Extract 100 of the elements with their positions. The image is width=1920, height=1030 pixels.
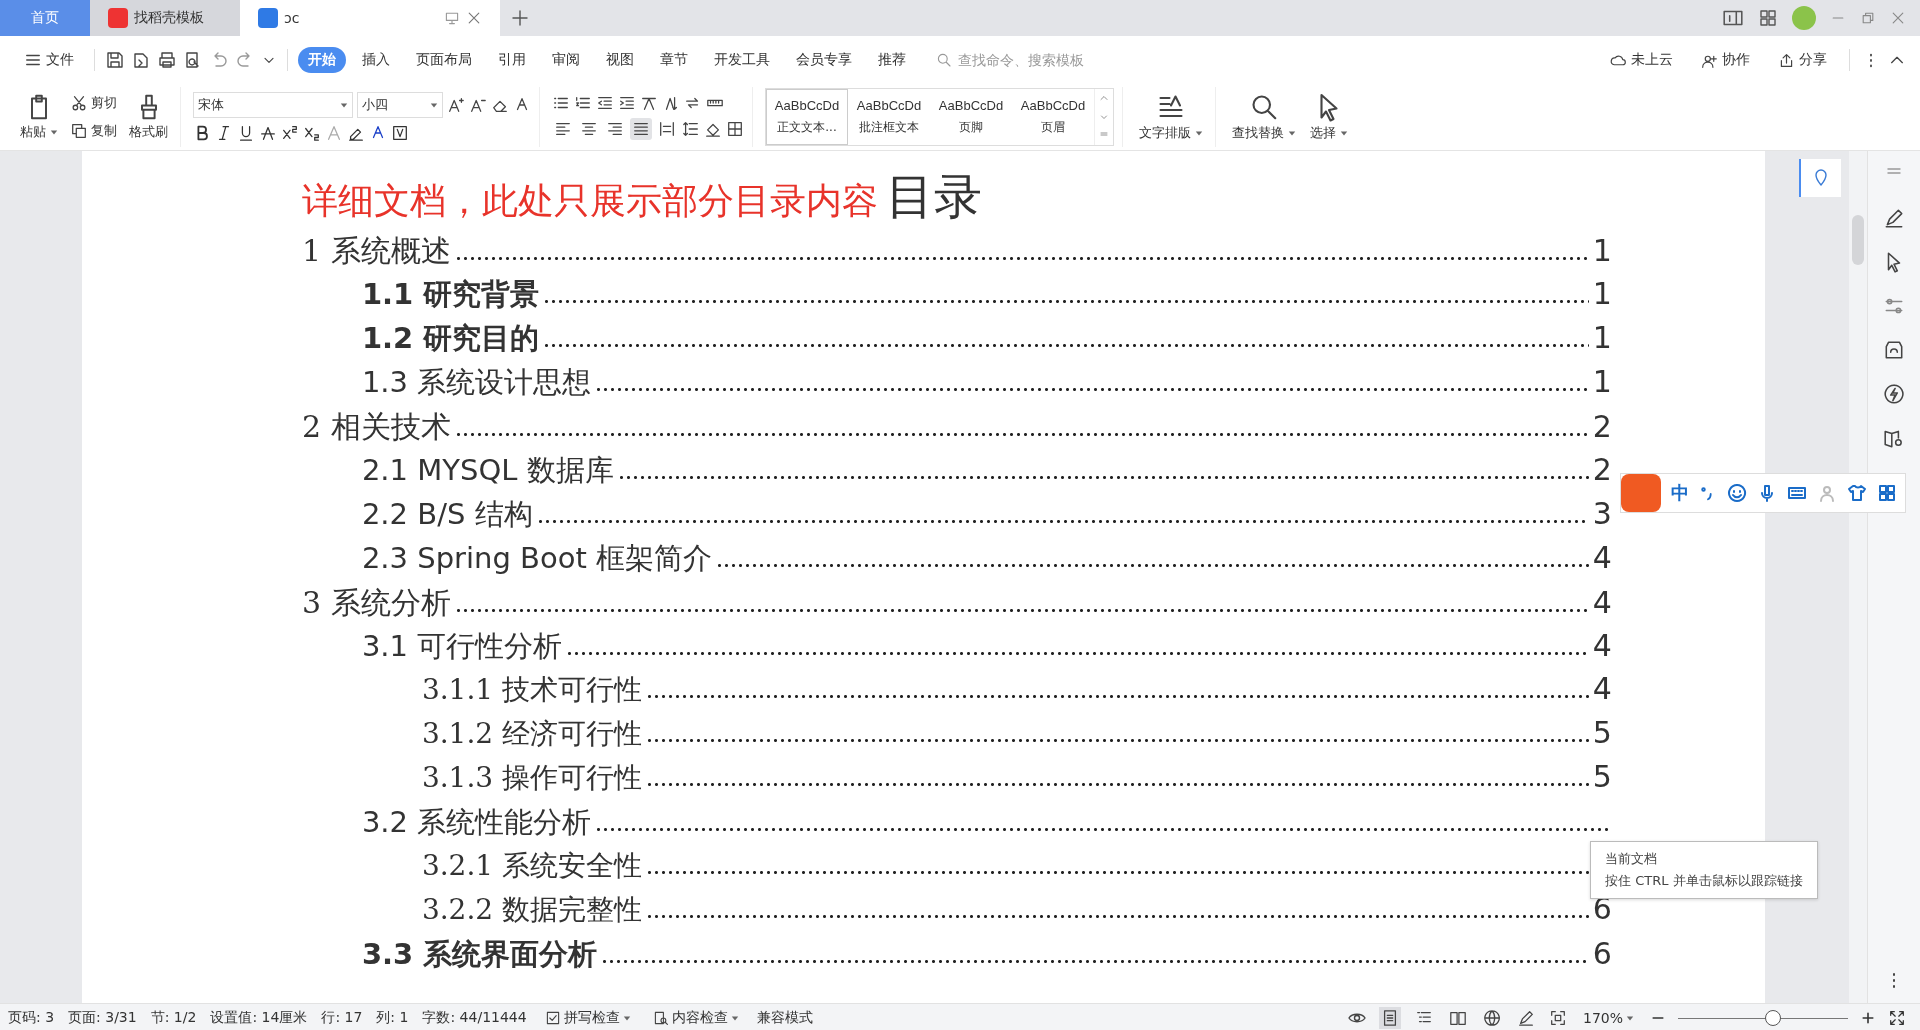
toc-entry[interactable]: 3.2 系统性能分析 [361,803,592,843]
ribbon-tab[interactable]: 视图 [596,47,644,73]
zoom-in-icon[interactable] [1860,1010,1876,1026]
superscript-icon[interactable] [281,124,299,142]
align-right-icon [606,120,624,138]
text-layout-button[interactable]: 文字排版 [1135,90,1207,144]
page-number: 4 [1592,540,1612,575]
ribbon-tab[interactable]: 开发工具 [704,47,780,73]
status-item: 列: 1 [376,1009,409,1027]
borders-icon[interactable] [726,120,744,138]
share-icon [1778,51,1795,69]
fit-page-icon[interactable] [1548,1009,1567,1027]
content-check-button[interactable]: 内容检查 [648,1007,743,1029]
close-icon[interactable] [466,10,482,26]
format-painter-button[interactable]: 格式刷 [125,91,172,143]
shirt-icon[interactable] [1847,483,1867,503]
indent-icon[interactable] [618,94,636,112]
fullscreen-icon[interactable] [1888,1009,1906,1027]
ribbon-tab[interactable]: 页面布局 [406,47,482,73]
page-number: 4 [1592,671,1612,706]
file-menu[interactable]: 文件 [14,47,84,73]
toc-entry[interactable]: 2.1 MYSQL 数据库 [361,451,614,491]
paste-button[interactable]: 粘贴 [16,91,62,143]
copy-button[interactable]: 复制 [68,120,119,142]
document-tab[interactable]: ɔc [240,0,500,36]
align-justify-icon [632,120,650,138]
lightning-icon[interactable] [1883,383,1906,405]
toc-entry[interactable]: 3.3 系统界面分析 [361,935,598,975]
zoom-level-select[interactable]: 170% [1578,1008,1638,1028]
toc-entry[interactable]: 1.1 研究背景 [361,275,540,315]
cut-button[interactable]: 剪切 [68,92,119,114]
share-button[interactable]: 分享 [1768,47,1837,73]
toc-entry[interactable]: 3.2.1 系统安全性 [421,847,643,885]
restore-icon[interactable] [1860,10,1876,26]
close-icon[interactable] [1890,10,1906,26]
toc-entry[interactable]: 2 相关技术 [301,407,451,448]
find-replace-button[interactable]: 查找替换 [1228,90,1300,144]
print-icon[interactable] [157,50,177,70]
toc-entry[interactable]: 1.2 研究目的 [361,319,540,359]
language-toggle[interactable]: 中 [1671,481,1689,505]
caret-icon [340,101,348,109]
ribbon-tab[interactable]: 审阅 [542,47,590,73]
align-justify-button[interactable] [630,118,652,140]
caret-icon [50,128,58,136]
grid-icon[interactable] [1758,8,1778,28]
page-view-button[interactable] [1378,1007,1401,1029]
tooltip-text: 按住 CTRL 并单击鼠标以跟踪链接 [1605,872,1803,890]
export-icon[interactable] [131,50,151,70]
ribbon-tab[interactable]: 会员专享 [786,47,862,73]
ribbon-tab[interactable]: 引用 [488,47,536,73]
ribbon-tab[interactable]: 章节 [650,47,698,73]
toc-heading: 目录 [885,167,982,226]
toc-entry[interactable]: 3 系统分析 [301,583,451,624]
scrollbar[interactable] [1849,151,1868,1003]
app-logo-icon [108,8,128,28]
underline-icon[interactable] [237,124,255,142]
font-size-select[interactable]: 小四 [357,92,443,118]
caret-icon [622,1014,631,1022]
line-spacing-icon[interactable] [682,120,700,138]
page-number: 4 [1592,585,1612,620]
page-number: 4 [1592,628,1612,663]
page-number: 1 [1592,276,1612,311]
caret-icon [430,101,438,109]
spell-check-button[interactable]: 拼写检查 [540,1007,635,1029]
ribbon-tab[interactable]: 推荐 [868,47,916,73]
web-view-icon [1482,1009,1501,1027]
save-icon[interactable] [105,50,125,70]
toc-entry[interactable]: 3.1 可行性分析 [361,627,563,667]
outdent-icon[interactable] [596,94,614,112]
zoom-slider-thumb[interactable] [1764,1010,1781,1026]
add-tab-icon[interactable] [510,8,530,28]
strikethrough-icon[interactable] [259,124,277,142]
style-preset[interactable]: AaBbCcDd 正文文本... [766,89,848,145]
read-view-icon [1448,1009,1467,1027]
toc-entry[interactable]: 1.3 系统设计思想 [361,363,592,403]
navigation-tab[interactable] [1799,159,1842,197]
emoji-icon[interactable] [1727,483,1747,503]
grow-font-icon[interactable] [447,96,465,114]
ribbon-tab[interactable]: 插入 [352,47,400,73]
toc-entry[interactable]: 1 系统概述 [301,231,451,272]
cloud-button[interactable]: 未上云 [1600,47,1683,73]
toc-entry[interactable]: 3.1.2 经济可行性 [421,715,643,753]
toc-entry[interactable]: 3.1.1 技术可行性 [421,671,643,709]
document-tab[interactable]: 找稻壳模板 [90,0,240,36]
char-border-icon[interactable] [391,124,409,142]
collab-button[interactable]: 协作 [1691,47,1760,73]
align-distributed-icon [658,120,676,138]
toc-entry[interactable]: 3.1.3 操作可行性 [421,759,643,797]
document-logo-icon [258,8,278,28]
command-search-field[interactable]: 查找命令、搜索模板 [936,51,1130,69]
caret-icon [1340,129,1348,137]
toc-entry[interactable]: 3.2.2 数据完整性 [421,891,643,929]
select-button[interactable]: 选择 [1306,90,1352,144]
scissors-icon [70,94,88,112]
status-item: 页码: 3 [8,1009,55,1027]
apps-icon[interactable] [1877,483,1897,503]
status-item: 行: 17 [321,1009,363,1027]
toc-entry[interactable]: 2.3 Spring Boot 框架简介 [361,539,713,579]
toc-entry[interactable]: 2.2 B/S 结构 [361,495,533,535]
font-select[interactable]: 宋体 [193,92,353,118]
